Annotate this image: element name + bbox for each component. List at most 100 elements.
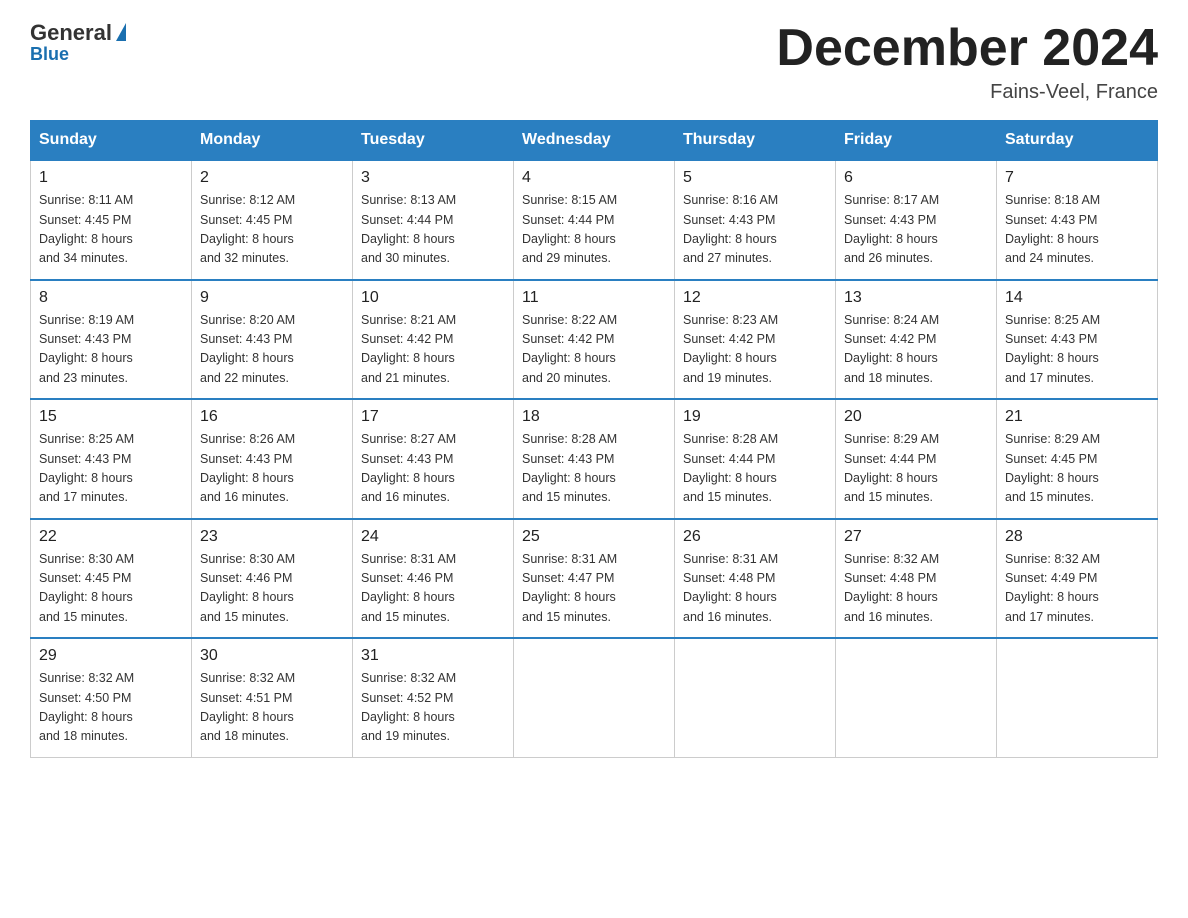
day-number: 20 <box>844 408 988 426</box>
calendar-week-row: 8 Sunrise: 8:19 AM Sunset: 4:43 PM Dayli… <box>31 280 1158 400</box>
calendar-cell: 9 Sunrise: 8:20 AM Sunset: 4:43 PM Dayli… <box>192 280 353 400</box>
day-info: Sunrise: 8:27 AM Sunset: 4:43 PM Dayligh… <box>361 430 505 508</box>
weekday-header-sunday: Sunday <box>31 121 192 161</box>
calendar-week-row: 29 Sunrise: 8:32 AM Sunset: 4:50 PM Dayl… <box>31 638 1158 757</box>
day-info: Sunrise: 8:31 AM Sunset: 4:46 PM Dayligh… <box>361 550 505 628</box>
day-number: 22 <box>39 528 183 546</box>
day-info: Sunrise: 8:24 AM Sunset: 4:42 PM Dayligh… <box>844 311 988 389</box>
calendar-cell: 6 Sunrise: 8:17 AM Sunset: 4:43 PM Dayli… <box>836 160 997 280</box>
day-info: Sunrise: 8:21 AM Sunset: 4:42 PM Dayligh… <box>361 311 505 389</box>
weekday-header-thursday: Thursday <box>675 121 836 161</box>
calendar-cell: 3 Sunrise: 8:13 AM Sunset: 4:44 PM Dayli… <box>353 160 514 280</box>
calendar-cell: 10 Sunrise: 8:21 AM Sunset: 4:42 PM Dayl… <box>353 280 514 400</box>
day-info: Sunrise: 8:11 AM Sunset: 4:45 PM Dayligh… <box>39 191 183 269</box>
calendar-cell: 7 Sunrise: 8:18 AM Sunset: 4:43 PM Dayli… <box>997 160 1158 280</box>
calendar-week-row: 1 Sunrise: 8:11 AM Sunset: 4:45 PM Dayli… <box>31 160 1158 280</box>
calendar-week-row: 15 Sunrise: 8:25 AM Sunset: 4:43 PM Dayl… <box>31 399 1158 519</box>
calendar-cell: 19 Sunrise: 8:28 AM Sunset: 4:44 PM Dayl… <box>675 399 836 519</box>
day-number: 27 <box>844 528 988 546</box>
weekday-header-friday: Friday <box>836 121 997 161</box>
calendar-cell: 22 Sunrise: 8:30 AM Sunset: 4:45 PM Dayl… <box>31 519 192 639</box>
day-info: Sunrise: 8:29 AM Sunset: 4:44 PM Dayligh… <box>844 430 988 508</box>
day-number: 15 <box>39 408 183 426</box>
day-number: 7 <box>1005 169 1149 187</box>
calendar-cell: 25 Sunrise: 8:31 AM Sunset: 4:47 PM Dayl… <box>514 519 675 639</box>
day-info: Sunrise: 8:22 AM Sunset: 4:42 PM Dayligh… <box>522 311 666 389</box>
day-number: 5 <box>683 169 827 187</box>
day-number: 8 <box>39 289 183 307</box>
day-info: Sunrise: 8:13 AM Sunset: 4:44 PM Dayligh… <box>361 191 505 269</box>
day-number: 2 <box>200 169 344 187</box>
calendar-cell: 31 Sunrise: 8:32 AM Sunset: 4:52 PM Dayl… <box>353 638 514 757</box>
day-info: Sunrise: 8:26 AM Sunset: 4:43 PM Dayligh… <box>200 430 344 508</box>
day-info: Sunrise: 8:25 AM Sunset: 4:43 PM Dayligh… <box>39 430 183 508</box>
day-number: 11 <box>522 289 666 307</box>
day-number: 23 <box>200 528 344 546</box>
day-info: Sunrise: 8:20 AM Sunset: 4:43 PM Dayligh… <box>200 311 344 389</box>
day-info: Sunrise: 8:15 AM Sunset: 4:44 PM Dayligh… <box>522 191 666 269</box>
calendar-cell: 29 Sunrise: 8:32 AM Sunset: 4:50 PM Dayl… <box>31 638 192 757</box>
day-number: 21 <box>1005 408 1149 426</box>
day-info: Sunrise: 8:28 AM Sunset: 4:43 PM Dayligh… <box>522 430 666 508</box>
day-info: Sunrise: 8:29 AM Sunset: 4:45 PM Dayligh… <box>1005 430 1149 508</box>
calendar-cell: 11 Sunrise: 8:22 AM Sunset: 4:42 PM Dayl… <box>514 280 675 400</box>
calendar-cell: 16 Sunrise: 8:26 AM Sunset: 4:43 PM Dayl… <box>192 399 353 519</box>
calendar-cell: 5 Sunrise: 8:16 AM Sunset: 4:43 PM Dayli… <box>675 160 836 280</box>
day-number: 6 <box>844 169 988 187</box>
day-number: 14 <box>1005 289 1149 307</box>
calendar-cell: 18 Sunrise: 8:28 AM Sunset: 4:43 PM Dayl… <box>514 399 675 519</box>
day-info: Sunrise: 8:19 AM Sunset: 4:43 PM Dayligh… <box>39 311 183 389</box>
calendar-cell: 13 Sunrise: 8:24 AM Sunset: 4:42 PM Dayl… <box>836 280 997 400</box>
calendar-cell: 17 Sunrise: 8:27 AM Sunset: 4:43 PM Dayl… <box>353 399 514 519</box>
calendar-cell <box>514 638 675 757</box>
day-number: 18 <box>522 408 666 426</box>
day-number: 28 <box>1005 528 1149 546</box>
day-number: 9 <box>200 289 344 307</box>
weekday-header-monday: Monday <box>192 121 353 161</box>
calendar-table: SundayMondayTuesdayWednesdayThursdayFrid… <box>30 120 1158 758</box>
day-info: Sunrise: 8:32 AM Sunset: 4:51 PM Dayligh… <box>200 669 344 747</box>
day-number: 25 <box>522 528 666 546</box>
calendar-cell: 12 Sunrise: 8:23 AM Sunset: 4:42 PM Dayl… <box>675 280 836 400</box>
day-info: Sunrise: 8:17 AM Sunset: 4:43 PM Dayligh… <box>844 191 988 269</box>
calendar-cell: 21 Sunrise: 8:29 AM Sunset: 4:45 PM Dayl… <box>997 399 1158 519</box>
day-info: Sunrise: 8:32 AM Sunset: 4:48 PM Dayligh… <box>844 550 988 628</box>
day-number: 30 <box>200 647 344 665</box>
day-number: 29 <box>39 647 183 665</box>
day-info: Sunrise: 8:25 AM Sunset: 4:43 PM Dayligh… <box>1005 311 1149 389</box>
page-header: General Blue December 2024 Fains-Veel, F… <box>30 20 1158 104</box>
day-info: Sunrise: 8:12 AM Sunset: 4:45 PM Dayligh… <box>200 191 344 269</box>
day-number: 3 <box>361 169 505 187</box>
calendar-cell: 28 Sunrise: 8:32 AM Sunset: 4:49 PM Dayl… <box>997 519 1158 639</box>
location-label: Fains-Veel, France <box>776 81 1158 104</box>
calendar-cell <box>675 638 836 757</box>
calendar-week-row: 22 Sunrise: 8:30 AM Sunset: 4:45 PM Dayl… <box>31 519 1158 639</box>
day-number: 19 <box>683 408 827 426</box>
title-section: December 2024 Fains-Veel, France <box>776 20 1158 104</box>
day-number: 24 <box>361 528 505 546</box>
calendar-cell: 20 Sunrise: 8:29 AM Sunset: 4:44 PM Dayl… <box>836 399 997 519</box>
day-info: Sunrise: 8:16 AM Sunset: 4:43 PM Dayligh… <box>683 191 827 269</box>
day-number: 26 <box>683 528 827 546</box>
day-number: 12 <box>683 289 827 307</box>
weekday-header-wednesday: Wednesday <box>514 121 675 161</box>
day-info: Sunrise: 8:32 AM Sunset: 4:49 PM Dayligh… <box>1005 550 1149 628</box>
weekday-header-tuesday: Tuesday <box>353 121 514 161</box>
calendar-cell: 24 Sunrise: 8:31 AM Sunset: 4:46 PM Dayl… <box>353 519 514 639</box>
day-number: 10 <box>361 289 505 307</box>
day-info: Sunrise: 8:23 AM Sunset: 4:42 PM Dayligh… <box>683 311 827 389</box>
logo-wordmark: General <box>30 20 126 46</box>
day-info: Sunrise: 8:32 AM Sunset: 4:52 PM Dayligh… <box>361 669 505 747</box>
calendar-cell: 27 Sunrise: 8:32 AM Sunset: 4:48 PM Dayl… <box>836 519 997 639</box>
logo-general-text: General <box>30 20 112 46</box>
calendar-cell: 14 Sunrise: 8:25 AM Sunset: 4:43 PM Dayl… <box>997 280 1158 400</box>
calendar-cell: 1 Sunrise: 8:11 AM Sunset: 4:45 PM Dayli… <box>31 160 192 280</box>
calendar-cell: 8 Sunrise: 8:19 AM Sunset: 4:43 PM Dayli… <box>31 280 192 400</box>
day-info: Sunrise: 8:30 AM Sunset: 4:46 PM Dayligh… <box>200 550 344 628</box>
day-info: Sunrise: 8:30 AM Sunset: 4:45 PM Dayligh… <box>39 550 183 628</box>
month-title: December 2024 <box>776 20 1158 77</box>
day-number: 1 <box>39 169 183 187</box>
calendar-cell <box>836 638 997 757</box>
day-number: 4 <box>522 169 666 187</box>
day-number: 31 <box>361 647 505 665</box>
